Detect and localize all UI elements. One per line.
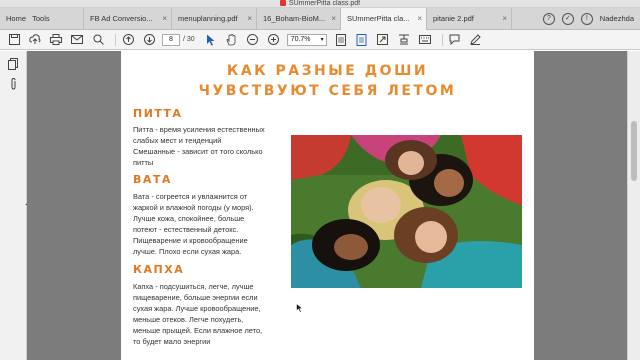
text-line: Пищеварение и кровообращение bbox=[133, 236, 248, 245]
mail-icon[interactable] bbox=[69, 32, 85, 48]
left-nav-panel: ◂ bbox=[0, 51, 28, 360]
upload-icon[interactable] bbox=[27, 32, 43, 48]
section-heading-kapha: КАПХА bbox=[133, 263, 185, 276]
section-heading-vata: ВАТА bbox=[133, 173, 172, 186]
help-icon[interactable]: ? bbox=[542, 12, 555, 25]
page-thumbnails-icon[interactable] bbox=[6, 57, 20, 71]
zoom-in-icon[interactable] bbox=[266, 32, 282, 48]
women-on-grass-photo bbox=[291, 135, 522, 288]
tab-home-label: Home bbox=[6, 14, 27, 23]
print-icon[interactable] bbox=[48, 32, 64, 48]
account-area: ? ✓ ! Nadezhda bbox=[542, 8, 640, 29]
close-tab-icon[interactable]: × bbox=[502, 8, 507, 30]
window-title: SUmmerPitta class.pdf bbox=[0, 0, 640, 8]
tab-summerpitta[interactable]: SUmmerPitta cla... × bbox=[341, 8, 427, 31]
section-heading-pitta: ПИТТА bbox=[133, 107, 183, 120]
tab-fb-ad[interactable]: FB Ad Conversio... × bbox=[84, 8, 172, 30]
page-number-input[interactable]: 8 bbox=[162, 33, 180, 46]
close-tab-icon[interactable]: × bbox=[331, 8, 336, 30]
text-line: Вата - согреется и увлажнится от bbox=[133, 192, 248, 201]
tab-menuplanning[interactable]: menuplanning.pdf × bbox=[172, 8, 257, 30]
text-line: то будет мало энергии bbox=[133, 337, 211, 346]
keyboard-icon[interactable] bbox=[417, 32, 433, 48]
notifications-icon[interactable]: ! bbox=[580, 12, 593, 25]
stamp-icon[interactable] bbox=[396, 32, 412, 48]
text-line: сухая жара. Лучше кровообращение, bbox=[133, 304, 261, 313]
tab-boham[interactable]: 16_Boham-BioM... × bbox=[257, 8, 341, 30]
hand-tool-icon[interactable] bbox=[224, 32, 240, 48]
tab-label: 16_Boham-BioM... bbox=[263, 14, 326, 23]
text-line: пищеварение, больше энергии если bbox=[133, 293, 258, 302]
chevron-down-icon: ▾ bbox=[320, 36, 324, 43]
text-line: Лучше кожа, спокойнее, больше bbox=[133, 214, 245, 223]
next-page-icon[interactable] bbox=[141, 32, 157, 48]
comment-icon[interactable] bbox=[447, 32, 463, 48]
text-line: лучше. Плохо если сухая жара. bbox=[133, 247, 242, 256]
tab-pitanie[interactable]: pitanie 2.pdf × bbox=[427, 8, 512, 30]
zoom-out-icon[interactable] bbox=[245, 32, 261, 48]
close-tab-icon[interactable]: × bbox=[247, 8, 252, 30]
tab-label: SUmmerPitta cla... bbox=[347, 14, 410, 23]
tab-label: menuplanning.pdf bbox=[178, 14, 238, 23]
text-line: жаркой и влажной погоды (у моря). bbox=[133, 203, 254, 212]
page-total: / 30 bbox=[183, 36, 195, 43]
scroll-mode-icon[interactable] bbox=[354, 32, 370, 48]
tab-label: pitanie 2.pdf bbox=[433, 14, 474, 23]
scrollbar-thumb[interactable] bbox=[631, 121, 637, 181]
text-line: меньше прыщей. Если влажное лето, bbox=[133, 326, 263, 335]
attachment-icon[interactable] bbox=[6, 77, 20, 91]
save-icon[interactable] bbox=[6, 32, 22, 48]
close-tab-icon[interactable]: × bbox=[417, 8, 422, 30]
section-body-kapha: Капха - подсушиться, легче, лучше пищева… bbox=[133, 281, 283, 347]
section-body-pitta: Питта - время усиления естественных слаб… bbox=[133, 124, 283, 168]
text-line: Питта - время усиления естественных bbox=[133, 125, 265, 134]
zoom-select[interactable]: 70.7% ▾ bbox=[286, 33, 327, 46]
toolbar-divider bbox=[115, 33, 116, 46]
text-line: потеют - естественный детокс. bbox=[133, 225, 239, 234]
close-tab-icon[interactable]: × bbox=[162, 8, 167, 30]
window-title-text: SUmmerPitta class.pdf bbox=[288, 0, 361, 7]
page-title-line2: ЧУВСТВУЮТ СЕБЯ ЛЕТОМ bbox=[198, 83, 457, 99]
text-line: Капха - подсушиться, легче, лучше bbox=[133, 282, 254, 291]
section-body-vata: Вата - согреется и увлажнится от жаркой … bbox=[133, 191, 283, 257]
text-line: меньше отеков. Легче похудеть, bbox=[133, 315, 244, 324]
fit-page-icon[interactable] bbox=[333, 32, 349, 48]
toolbar-divider bbox=[441, 33, 443, 46]
tab-label: FB Ad Conversio... bbox=[90, 14, 153, 23]
previous-page-icon[interactable] bbox=[120, 32, 136, 48]
main-toolbar: 8 / 30 70.7% ▾ bbox=[0, 30, 640, 50]
check-icon[interactable]: ✓ bbox=[561, 12, 574, 25]
text-line: Смешанные - зависит от того сколько bbox=[133, 147, 263, 156]
fullscreen-icon[interactable] bbox=[375, 32, 391, 48]
tab-home[interactable]: Home Tools bbox=[0, 8, 84, 30]
tab-tools-label[interactable]: Tools bbox=[32, 14, 50, 23]
tab-bar: Home Tools FB Ad Conversio... × menuplan… bbox=[0, 8, 640, 31]
pdf-page: КАК РАЗНЫЕ ДОШИ ЧУВСТВУЮТ СЕБЯ ЛЕТОМ ПИТ… bbox=[121, 51, 534, 360]
page-title-line1: КАК РАЗНЫЕ ДОШИ bbox=[226, 63, 429, 79]
mouse-cursor-icon bbox=[296, 302, 304, 315]
select-tool-icon[interactable] bbox=[203, 32, 219, 48]
text-line: слабых мест и тенденций bbox=[133, 136, 222, 145]
user-name[interactable]: Nadezhda bbox=[600, 14, 634, 23]
search-icon[interactable] bbox=[90, 32, 106, 48]
vertical-scrollbar[interactable] bbox=[627, 51, 640, 360]
pen-icon[interactable] bbox=[468, 32, 484, 48]
text-line: питты bbox=[133, 158, 154, 167]
window-title-bar: SUmmerPitta class.pdf bbox=[0, 0, 640, 8]
zoom-value: 70.7% bbox=[290, 35, 311, 43]
pdf-file-icon bbox=[279, 0, 286, 6]
